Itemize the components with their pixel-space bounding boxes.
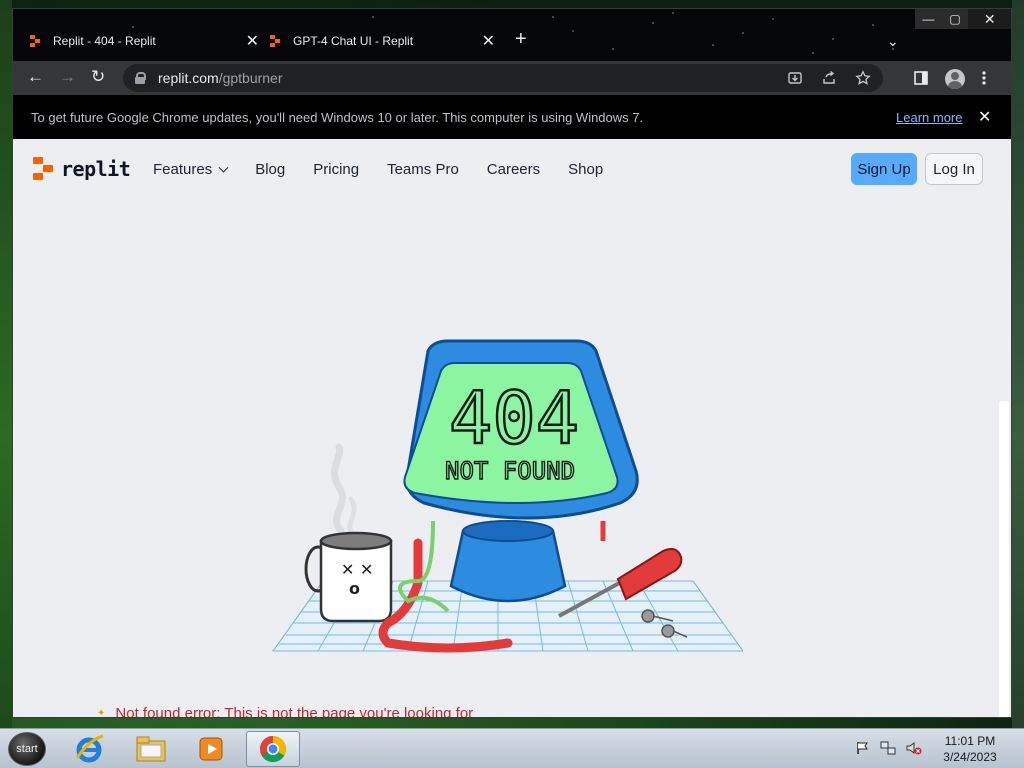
tab-search-chevron-icon[interactable]: ⌄	[887, 33, 899, 50]
browser-toolbar: ← → ↻ replit.com/gptburner	[13, 61, 1011, 95]
lock-icon	[135, 72, 146, 84]
internet-explorer-icon[interactable]	[62, 731, 116, 767]
sign-up-button[interactable]: Sign Up	[851, 153, 917, 185]
tab-strip: Replit - 404 - Replit ✕ GPT-4 Chat UI - …	[13, 9, 1011, 61]
steam	[331, 443, 346, 535]
new-tab-button[interactable]: +	[515, 29, 527, 49]
profile-avatar-icon[interactable]	[945, 69, 965, 89]
not-found-message: ✦ Not found error: This is not the page …	[97, 705, 474, 718]
network-icon[interactable]	[880, 741, 896, 760]
nav-shop[interactable]: Shop	[568, 161, 603, 178]
screen-not-found: NOT FOUND	[445, 457, 575, 485]
url-host: replit.com	[158, 70, 219, 86]
desktop-background-left	[0, 0, 12, 728]
site-header: replit Features Blog Pricing Teams Pro C…	[13, 139, 1011, 203]
nav-features[interactable]: Features	[153, 161, 229, 178]
window-close-button[interactable]: ✕	[968, 9, 1011, 29]
file-explorer-icon[interactable]	[124, 731, 178, 767]
volume-muted-icon[interactable]	[906, 741, 922, 760]
nav-teams-pro[interactable]: Teams Pro	[387, 161, 459, 178]
chrome-taskbar-icon[interactable]	[246, 731, 300, 767]
404-illustration: ✕ ✕ o 404 NOT FOUND	[272, 339, 743, 653]
address-bar[interactable]: replit.com/gptburner	[123, 64, 883, 92]
site-nav: Features Blog Pricing Teams Pro Careers …	[153, 161, 631, 178]
action-center-flag-icon[interactable]	[856, 741, 870, 760]
web-page: replit Features Blog Pricing Teams Pro C…	[13, 139, 1011, 718]
infobar-message: To get future Google Chrome updates, you…	[31, 109, 644, 125]
start-button[interactable]: start	[8, 732, 46, 766]
tab-gpt4-chat-ui[interactable]: GPT-4 Chat UI - Replit ✕	[267, 23, 503, 59]
minimize-button[interactable]: —	[915, 9, 942, 29]
monitor: 404 NOT FOUND	[403, 339, 639, 520]
infobar-close-icon[interactable]: ✕	[978, 107, 991, 127]
nav-blog[interactable]: Blog	[255, 161, 285, 178]
desktop-background-right	[1012, 0, 1024, 728]
replit-favicon-icon	[27, 33, 43, 49]
omnibox-actions	[787, 70, 871, 89]
window-controls: — ▢ ✕	[915, 9, 1011, 29]
logo-text: replit	[61, 157, 131, 181]
forward-button[interactable]: →	[59, 67, 76, 87]
chevron-down-icon	[218, 162, 229, 173]
tab-replit-404[interactable]: Replit - 404 - Replit ✕	[27, 23, 267, 59]
nav-pricing[interactable]: Pricing	[313, 161, 359, 178]
learn-more-link[interactable]: Learn more	[896, 110, 962, 125]
svg-text:✕ ✕: ✕ ✕	[341, 560, 373, 579]
back-button[interactable]: ←	[27, 67, 44, 87]
replit-favicon-icon	[267, 33, 283, 49]
tab-title: GPT-4 Chat UI - Replit	[293, 34, 414, 48]
tab-close-icon[interactable]: ✕	[246, 31, 259, 51]
toolbar-right	[913, 69, 987, 89]
taskbar-clock[interactable]: 11:01 PM 3/24/2023	[930, 733, 1010, 765]
url-path: /gptburner	[218, 70, 283, 86]
install-app-icon[interactable]	[787, 70, 803, 89]
screen-404: 404	[449, 376, 579, 460]
spark-icon: ✦	[97, 708, 106, 718]
bookmark-star-icon[interactable]	[855, 70, 871, 89]
tab-title: Replit - 404 - Replit	[53, 34, 156, 48]
svg-text:o: o	[349, 579, 360, 598]
side-panel-icon[interactable]	[913, 70, 929, 89]
kebab-menu-icon[interactable]	[981, 70, 987, 89]
maximize-button[interactable]: ▢	[942, 9, 969, 29]
replit-logo[interactable]: replit	[33, 157, 131, 181]
media-player-icon[interactable]	[184, 731, 238, 767]
log-in-button[interactable]: Log In	[925, 153, 983, 185]
windows-taskbar: start 11:01 PM 3/24/2023	[0, 728, 1024, 768]
tab-close-icon[interactable]: ✕	[482, 31, 495, 51]
nav-careers[interactable]: Careers	[487, 161, 540, 178]
reload-button[interactable]: ↻	[91, 67, 105, 87]
system-tray	[856, 741, 922, 760]
chrome-window: Replit - 404 - Replit ✕ GPT-4 Chat UI - …	[12, 8, 1012, 718]
page-scrollbar[interactable]	[999, 401, 1009, 717]
error-text: Not found error: This is not the page yo…	[115, 705, 474, 718]
replit-logo-icon	[33, 157, 53, 181]
clock-date: 3/24/2023	[943, 750, 997, 764]
update-infobar: To get future Google Chrome updates, you…	[13, 95, 1011, 139]
nav-label: Features	[153, 161, 213, 178]
share-icon[interactable]	[821, 70, 837, 89]
clock-time: 11:01 PM	[944, 734, 996, 748]
monitor-stand	[449, 520, 567, 603]
